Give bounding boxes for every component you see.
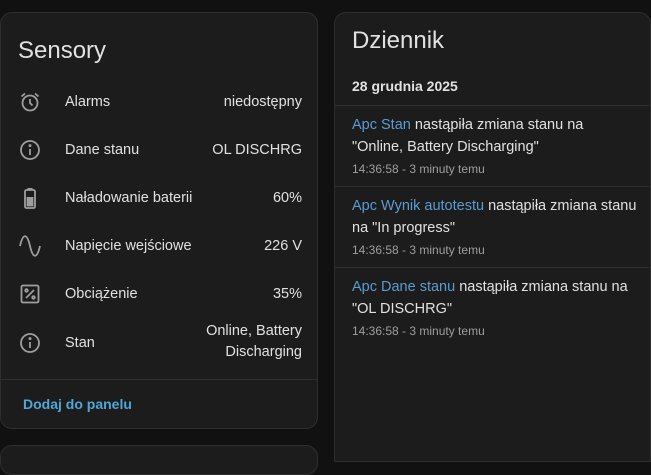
alarm-clock-icon [18, 90, 42, 114]
sensor-label: Obciążenie [65, 286, 138, 302]
info-icon [18, 138, 42, 162]
logbook-timestamp: 14:36:58 - 3 minuty temu [352, 162, 485, 176]
logbook-entity-link[interactable]: Apc Stan [352, 117, 411, 133]
logbook-entity-link[interactable]: Apc Wynik autotestu [352, 198, 484, 214]
sensor-row-input-voltage[interactable]: Napięcie wejściowe 226 V [1, 222, 319, 270]
sensor-value: 226 V [264, 238, 302, 254]
sensor-row-load[interactable]: Obciążenie 35% [1, 270, 319, 318]
logbook-card: Dziennik 28 grudnia 2025 Apc Stan nastąp… [334, 12, 651, 462]
sensor-label: Alarms [65, 94, 111, 110]
logbook-entry: Apc Wynik autotestu nastąpiła zmiana sta… [352, 195, 637, 259]
sensor-row-battery-charge[interactable]: Naładowanie baterii 60% [1, 174, 319, 222]
sensor-row-alarms[interactable]: Alarms niedostępny [1, 78, 319, 126]
logbook-entry: Apc Dane stanu nastąpiła zmiana stanu na… [352, 276, 637, 340]
sensor-label: Naładowanie baterii [65, 190, 193, 206]
logbook-title: Dziennik [352, 27, 445, 54]
logbook-divider [335, 105, 650, 106]
sensor-row-status-data[interactable]: Dane stanu OL DISCHRG [1, 126, 319, 174]
info-icon [18, 331, 42, 355]
sensor-value: niedostępny [223, 94, 302, 110]
sine-wave-icon [18, 234, 42, 258]
sensors-card: Sensory Alarms niedostępny Dane stanu OL… [0, 12, 318, 429]
sensor-value: Online, Battery Discharging [206, 323, 302, 360]
sensor-label: Stan [65, 335, 95, 351]
sensor-label: Napięcie wejściowe [65, 238, 192, 254]
logbook-entity-link[interactable]: Apc Dane stanu [352, 279, 455, 295]
logbook-timestamp: 14:36:58 - 3 minuty temu [352, 243, 485, 257]
logbook-timestamp: 14:36:58 - 3 minuty temu [352, 324, 485, 338]
sensor-value: 35% [272, 286, 302, 302]
logbook-divider [335, 267, 650, 268]
sensors-card-title: Sensory [18, 37, 107, 64]
sensor-value: 60% [272, 190, 302, 206]
percent-box-icon [18, 282, 42, 306]
battery-icon [18, 186, 42, 210]
logbook-divider [335, 186, 650, 187]
sensor-value: OL DISCHRG [212, 142, 302, 158]
logbook-entry: Apc Stan nastąpiła zmiana stanu na "Onli… [352, 114, 637, 178]
logbook-date-header: 28 grudnia 2025 [352, 78, 458, 94]
card-divider [1, 379, 317, 380]
sensor-row-status[interactable]: Stan Online, Battery Discharging [1, 319, 319, 367]
add-to-dashboard-button[interactable]: Dodaj do panelu [23, 396, 132, 412]
sensor-label: Dane stanu [65, 142, 140, 158]
